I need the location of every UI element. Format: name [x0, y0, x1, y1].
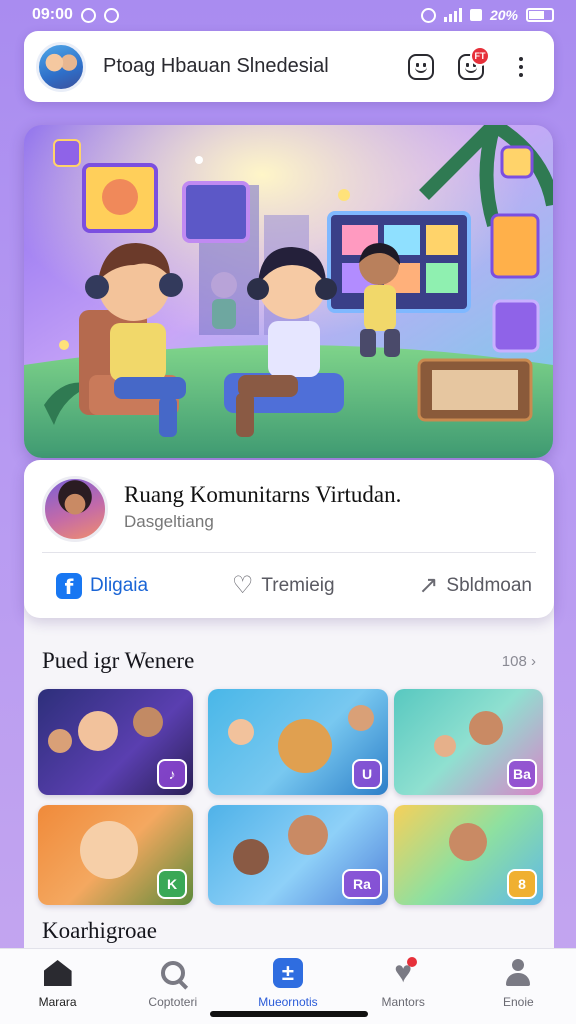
nav-home[interactable]: Marara [8, 957, 108, 1009]
character-face [434, 735, 456, 757]
nav-label: Marara [38, 995, 77, 1009]
status-bar: 09:00 20% [0, 0, 576, 30]
sync-icon [80, 7, 96, 23]
home-indicator[interactable] [210, 1011, 368, 1017]
chat-icon [103, 7, 119, 23]
nav-label: Enoie [502, 995, 534, 1009]
user-icon [505, 959, 531, 987]
home-icon [43, 960, 72, 986]
nav-favorites[interactable]: ♥ Mantors [353, 957, 453, 1009]
share-arrow-icon: ↗ [418, 572, 439, 599]
community-card[interactable]: Ruang Komunitarns Virtudan. Dasgeltiang … [24, 460, 554, 618]
character-face [80, 821, 138, 879]
section-title: Pued igr Wenere [42, 648, 195, 673]
nav-search[interactable]: Coptoteri [123, 957, 223, 1009]
character-face [48, 729, 72, 753]
tile-badge-icon: K [157, 869, 187, 899]
sim-icon [469, 9, 482, 21]
like-label: Tremieig [261, 575, 335, 596]
hero-illustration [24, 125, 553, 458]
media-tile[interactable]: Ba [394, 689, 543, 795]
media-tile[interactable]: 8 [394, 805, 543, 905]
divider [42, 552, 536, 553]
virtual-room-illustration [24, 125, 553, 458]
character-face [288, 815, 328, 855]
signal-icon [443, 8, 462, 22]
notifications-button[interactable]: FT [456, 45, 490, 82]
character-face [469, 711, 503, 745]
character-face [233, 839, 269, 875]
nav-label: Mueornotis [258, 995, 318, 1009]
status-left: 09:00 [32, 6, 119, 24]
media-tile[interactable]: ♪ [38, 689, 193, 795]
avatar[interactable] [36, 41, 86, 92]
share-label: Sbldmoan [446, 575, 532, 596]
nav-create[interactable]: ± Mueornotis [238, 957, 338, 1009]
share-button[interactable]: ↗ Sbldmoan [418, 574, 532, 598]
tile-badge-icon: U [352, 759, 382, 789]
heart-icon: ♡ [231, 572, 254, 599]
music-badge-icon: ♪ [157, 759, 187, 789]
media-tile[interactable]: Ra [208, 805, 388, 905]
character-face [278, 719, 332, 773]
character-face [133, 707, 163, 737]
nav-profile[interactable]: Enoie [468, 957, 568, 1009]
character-face [78, 711, 118, 751]
battery-percent: 20% [489, 7, 518, 23]
more-options-button[interactable] [506, 52, 536, 82]
facebook-share-label: Dligaia [90, 575, 149, 596]
see-all-link[interactable]: 108 › [502, 653, 536, 670]
top-header: Ptoag Hbauan Slnedesial FT [24, 31, 554, 102]
media-tile[interactable]: U [208, 689, 388, 795]
section-title-secondary: Koarhigroae [42, 918, 157, 943]
notification-badge: FT [470, 45, 490, 66]
tile-badge-icon: Ra [342, 869, 382, 899]
status-right: 20% [420, 7, 554, 23]
emoji-button[interactable] [406, 52, 436, 82]
notification-dot [407, 957, 418, 967]
character-face [348, 705, 374, 731]
alarm-icon [420, 7, 436, 23]
status-time: 09:00 [32, 6, 73, 23]
search-icon [160, 961, 185, 985]
community-avatar[interactable] [42, 476, 108, 542]
facebook-share-button[interactable]: f Dligaia [56, 573, 148, 599]
tile-badge-icon: 8 [507, 869, 537, 899]
character-face [228, 719, 254, 745]
battery-icon [526, 8, 554, 22]
media-tile[interactable]: K [38, 805, 193, 905]
nav-label: Coptoteri [148, 995, 198, 1009]
nav-label: Mantors [381, 995, 425, 1009]
page-title: Ptoag Hbauan Slnedesial [103, 55, 329, 77]
tile-badge-icon: Ba [507, 759, 537, 789]
facebook-icon: f [56, 573, 82, 599]
community-subtitle: Dasgeltiang [124, 512, 214, 531]
like-button[interactable]: ♡ Tremieig [232, 574, 335, 598]
community-name: Ruang Komunitarns Virtudan. [124, 482, 402, 507]
community-actions: f Dligaia ♡ Tremieig ↗ Sbldmoan [24, 564, 554, 608]
kebab-icon [519, 56, 523, 77]
character-face [449, 823, 487, 861]
plus-icon: ± [272, 958, 303, 988]
